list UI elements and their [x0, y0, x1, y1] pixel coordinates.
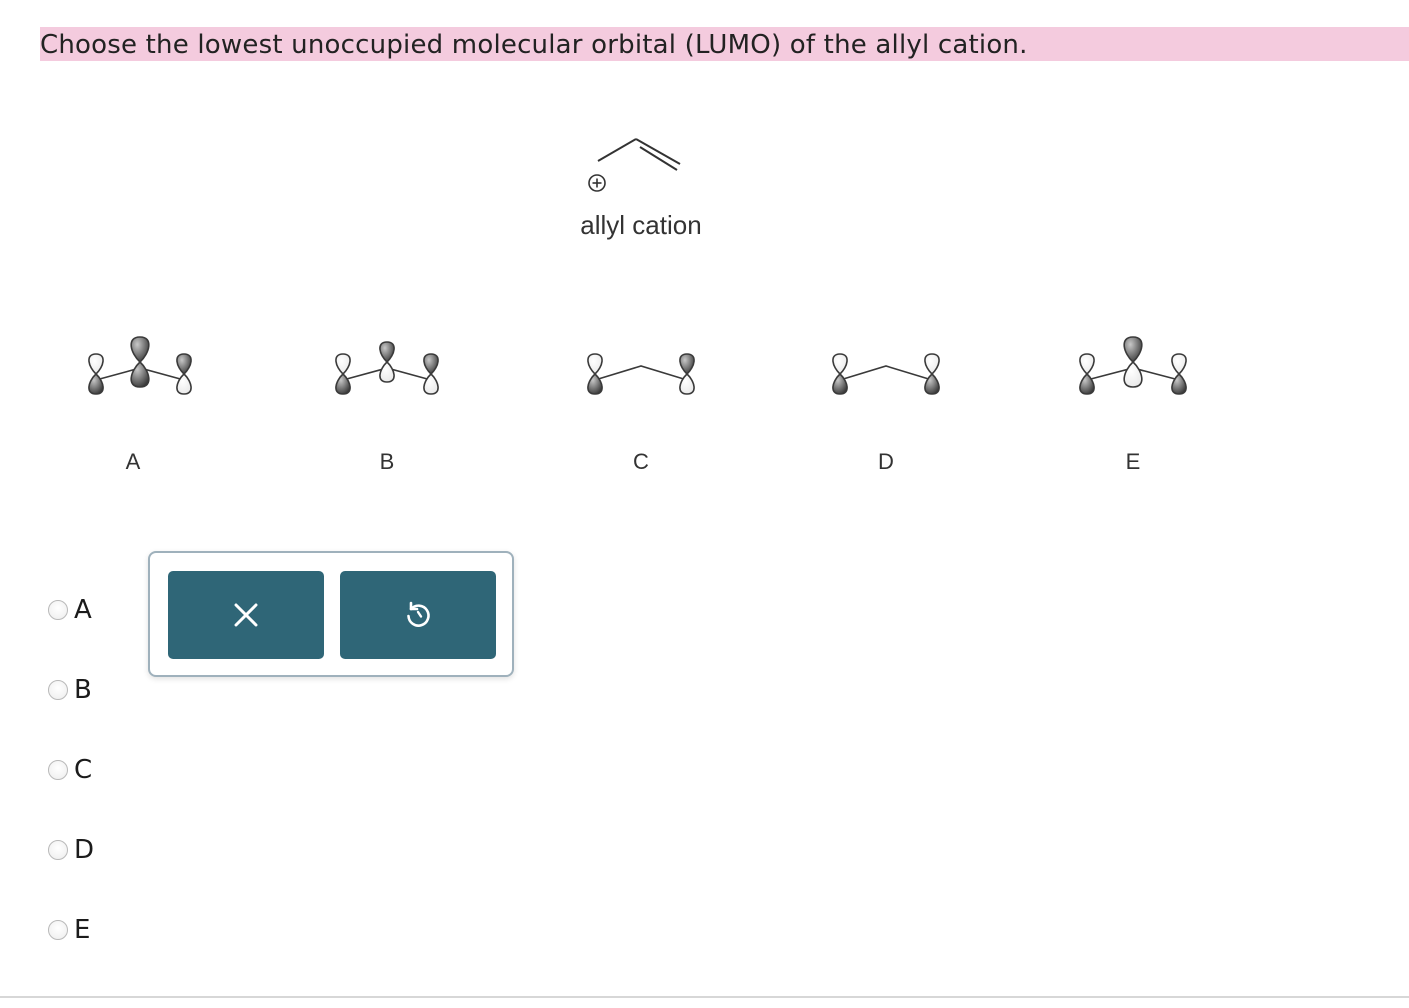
p-orbital-top-lobe [88, 353, 104, 376]
p-orbital-bottom-lobe [379, 360, 395, 383]
orbital-label-d: D [878, 449, 894, 474]
orbital-label-b: B [380, 449, 395, 474]
p-orbital-top-lobe [832, 353, 848, 376]
choice-e[interactable]: E [48, 910, 128, 950]
clear-button[interactable] [168, 571, 324, 659]
orbital-figure: allyl cation A B C D E [88, 138, 1187, 474]
bottom-divider [0, 996, 1409, 998]
orbital-diagram-b [335, 341, 439, 395]
answer-toolbar [148, 551, 514, 677]
orbital-labels: A B C D E [126, 449, 1141, 474]
p-orbital-bottom-lobe [924, 372, 940, 395]
orbital-diagram-e [1079, 336, 1187, 395]
p-orbital-bottom-lobe [587, 372, 603, 395]
p-orbital-bottom-lobe [176, 372, 192, 395]
p-orbital-top-lobe [379, 341, 395, 364]
sigma-bond [839, 365, 933, 381]
choice-d-label: D [74, 835, 95, 865]
p-orbital-top-lobe [924, 353, 940, 376]
orbital-diagrams [88, 336, 1187, 395]
orbital-label-e: E [1126, 449, 1141, 474]
p-orbital-top-lobe [1079, 353, 1095, 376]
choice-d[interactable]: D [48, 830, 128, 870]
orbital-diagram-d [832, 353, 940, 395]
p-orbital-bottom-lobe [130, 360, 150, 388]
p-orbital-top-lobe [176, 353, 192, 376]
radio-a[interactable] [48, 600, 68, 620]
p-orbital-top-lobe [335, 353, 351, 376]
positive-charge-icon [588, 174, 606, 192]
orbital-diagram-c [587, 353, 695, 395]
p-orbital-top-lobe [679, 353, 695, 376]
choice-a[interactable]: A [48, 590, 128, 630]
p-orbital-bottom-lobe [88, 372, 104, 395]
p-orbital-top-lobe [1123, 336, 1143, 364]
molecule-label: allyl cation [580, 210, 701, 240]
p-orbital-top-lobe [423, 353, 439, 376]
p-orbital-bottom-lobe [423, 372, 439, 395]
orbital-diagram-a [88, 336, 192, 395]
radio-e[interactable] [48, 920, 68, 940]
choice-b-label: B [74, 675, 92, 705]
p-orbital-bottom-lobe [832, 372, 848, 395]
choice-c-label: C [74, 755, 93, 785]
close-icon [234, 603, 258, 627]
p-orbital-bottom-lobe [1079, 372, 1095, 395]
choice-a-label: A [74, 595, 92, 625]
p-orbital-bottom-lobe [679, 372, 695, 395]
p-orbital-top-lobe [587, 353, 603, 376]
p-orbital-bottom-lobe [1123, 360, 1143, 388]
choice-b[interactable]: B [48, 670, 128, 710]
allyl-cation-structure: allyl cation [580, 138, 702, 240]
p-orbital-top-lobe [1171, 353, 1187, 376]
p-orbital-top-lobe [130, 336, 150, 364]
reset-button[interactable] [340, 571, 496, 659]
choice-e-label: E [74, 915, 91, 945]
sigma-bond [594, 365, 688, 381]
undo-icon [407, 601, 430, 627]
orbital-label-c: C [633, 449, 649, 474]
radio-d[interactable] [48, 840, 68, 860]
orbital-label-a: A [126, 449, 141, 474]
p-orbital-bottom-lobe [1171, 372, 1187, 395]
radio-c[interactable] [48, 760, 68, 780]
radio-b[interactable] [48, 680, 68, 700]
p-orbital-bottom-lobe [335, 372, 351, 395]
choice-c[interactable]: C [48, 750, 128, 790]
